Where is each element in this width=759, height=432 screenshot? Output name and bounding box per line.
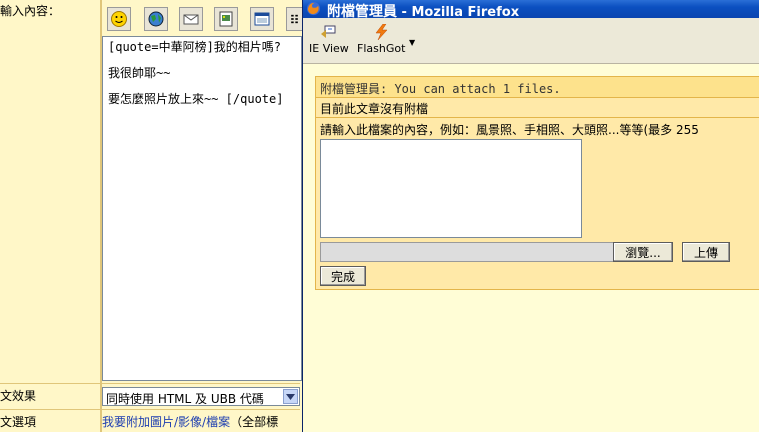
file-path-input[interactable] — [320, 242, 614, 262]
attach-files-note: （全部標 — [230, 415, 279, 429]
editor-toolbar — [102, 4, 302, 36]
attach-files-link-row: 我要附加圖片/影像/檔案（全部標 — [102, 413, 278, 430]
file-description-label: 請輸入此檔案的內容，例如：風景照、手相照、大頭照...等等(最多 255 — [320, 123, 699, 137]
content-label: 輸入內容： — [0, 4, 61, 18]
firefox-icon — [306, 1, 321, 16]
post-content-textarea[interactable]: [quote=中華阿榜]我的相片嗎? 我很帥耶~~ 要怎麼照片放上來~~ [/q… — [102, 36, 302, 381]
smiley-icon[interactable] — [107, 7, 131, 31]
window-titlebar[interactable]: 附檔管理員 - Mozilla Firefox — [303, 0, 759, 20]
browser-toolbar: IE View FlashGot ▼ — [303, 18, 759, 64]
list-icon[interactable] — [286, 7, 302, 31]
ie-view-button[interactable]: IE View — [309, 24, 349, 55]
attach-manager-header: 附檔管理員: You can attach 1 files. — [315, 76, 759, 98]
effect-label: 文效果 — [0, 389, 37, 403]
browse-button[interactable]: 瀏覽... — [613, 242, 673, 262]
attach-manager-header-text: 附檔管理員: You can attach 1 files. — [320, 82, 561, 96]
file-description-textarea[interactable] — [320, 139, 582, 238]
done-button[interactable]: 完成 — [320, 266, 366, 286]
editor-line: 我很帥耶~~ — [108, 66, 171, 80]
ie-view-label: IE View — [309, 42, 349, 55]
attach-files-link[interactable]: 我要附加圖片/影像/檔案 — [102, 415, 230, 429]
editor-line: [quote=中華阿榜]我的相片嗎? — [108, 40, 282, 54]
envelope-icon[interactable] — [179, 7, 203, 31]
row-divider — [0, 409, 300, 410]
image-icon[interactable] — [214, 7, 238, 31]
attach-status-text: 目前此文章沒有附檔 — [320, 102, 429, 116]
attachment-manager-window: 附檔管理員 - Mozilla Firefox IE View FlashGot… — [302, 0, 759, 432]
ie-view-icon — [320, 25, 336, 38]
attach-form: 請輸入此檔案的內容，例如：風景照、手相照、大頭照...等等(最多 255 瀏覽.… — [315, 118, 759, 290]
attach-status-row: 目前此文章沒有附檔 — [315, 98, 759, 118]
flashgot-button[interactable]: FlashGot — [357, 24, 405, 55]
upload-button[interactable]: 上傳 — [682, 242, 730, 262]
markup-mode-select[interactable]: 同時使用 HTML 及 UBB 代碼 — [102, 387, 300, 406]
window-icon[interactable] — [250, 7, 274, 31]
flashgot-label: FlashGot — [357, 42, 406, 55]
flashgot-icon — [375, 24, 388, 40]
globe-icon[interactable] — [144, 7, 168, 31]
options-label: 文選項 — [0, 415, 37, 429]
markup-mode-value: 同時使用 HTML 及 UBB 代碼 — [106, 392, 264, 406]
chevron-down-icon[interactable] — [283, 389, 298, 404]
row-divider — [0, 383, 300, 384]
editor-line: 要怎麼照片放上來~~ [/quote] — [108, 92, 284, 106]
dropdown-arrow-icon[interactable]: ▼ — [409, 38, 415, 47]
